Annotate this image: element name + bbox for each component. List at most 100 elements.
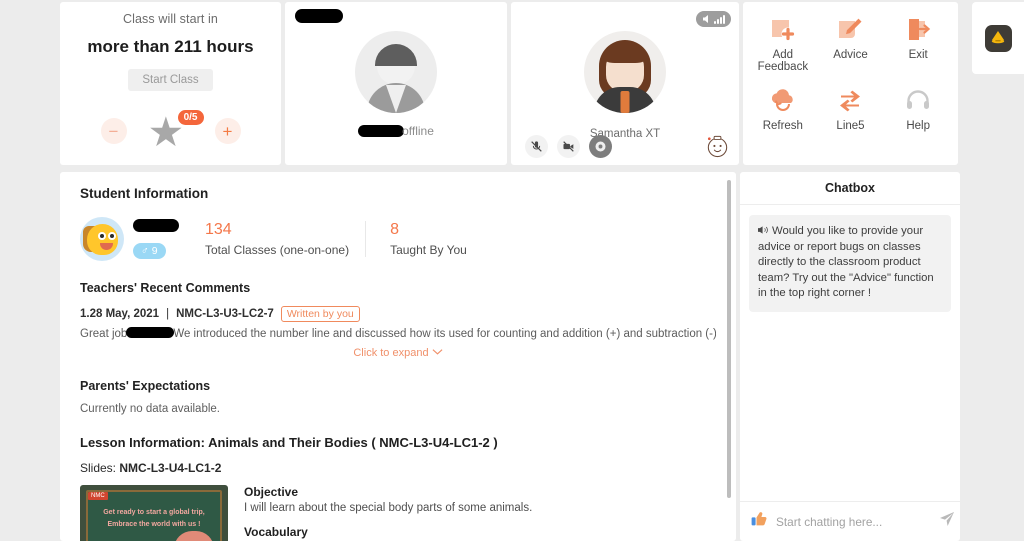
volume-indicator: [696, 11, 731, 27]
slides-label: Slides:: [80, 461, 117, 475]
chat-message-text: Would you like to provide your advice or…: [758, 225, 934, 299]
chatbox-title: Chatbox: [740, 172, 960, 205]
thumb-line-1: Get ready to start a global trip,: [103, 509, 205, 516]
stat-total-classes: 134 Total Classes (one-on-one): [189, 221, 349, 257]
teacher-avatar: [584, 31, 666, 113]
camera-muted-icon[interactable]: [557, 135, 580, 158]
add-feedback-icon: [769, 14, 797, 46]
student-identity: ♂ 9: [133, 219, 189, 259]
exit-door-icon: [904, 14, 932, 46]
chat-input[interactable]: [776, 514, 931, 529]
comment-meta-separator: |: [166, 308, 170, 320]
student-name-redacted-2: [358, 125, 405, 137]
student-name-redacted: [295, 9, 343, 23]
help-label: Help: [906, 120, 930, 132]
parents-expectations-title: Parents' Expectations: [80, 379, 211, 393]
teacher-actions-card: Add Feedback Advice Exit Refresh Line5 H…: [743, 2, 958, 165]
parents-expectations-body: Currently no data available.: [80, 403, 220, 415]
chat-message-bubble: Would you like to provide your advice or…: [749, 215, 951, 312]
advice-button[interactable]: Advice: [817, 14, 885, 73]
chatbox-panel: Chatbox Would you like to provide your a…: [740, 172, 960, 541]
mic-muted-icon[interactable]: [525, 135, 548, 158]
app-logo-icon[interactable]: [984, 24, 1012, 52]
refresh-label: Refresh: [762, 120, 803, 132]
student-status-row: offline: [285, 124, 507, 138]
chatbox-messages: Would you like to provide your advice or…: [740, 205, 960, 501]
comment-name-redacted: [126, 327, 175, 338]
main-content-panel: Student Information ♂ 9 134 Total Classe…: [60, 172, 736, 541]
line-switch-label: Line5: [836, 120, 865, 132]
comment-body-start: Great job: [80, 328, 128, 340]
star-count-badge: 0/5: [177, 110, 204, 125]
timer-label: Class will start in: [123, 12, 218, 26]
thumbs-up-icon[interactable]: [750, 510, 768, 533]
signal-bars-icon: [714, 14, 725, 24]
comment-body-rest: We introduced the number line and discus…: [173, 328, 716, 340]
objective-title: Objective: [244, 485, 299, 499]
objective-body: I will learn about the special body part…: [244, 502, 533, 514]
lesson-detail-row: NMC Get ready to start a global trip, Em…: [80, 485, 716, 541]
gender-age-badge: ♂ 9: [133, 243, 166, 259]
advice-pencil-icon: [836, 14, 864, 46]
recent-comments-section: Teachers' Recent Comments 1.28 May, 2021…: [80, 281, 716, 359]
slides-line: Slides: NMC-L3-U4-LC1-2: [80, 461, 716, 475]
announcement-speaker-icon: [758, 226, 768, 234]
taught-by-you-label: Taught By You: [390, 243, 467, 257]
increase-star-button[interactable]: +: [214, 118, 241, 144]
line-switch-button[interactable]: Line5: [817, 85, 885, 132]
line-switch-icon: [836, 85, 864, 117]
class-timer-card: Class will start in more than 211 hours …: [60, 2, 281, 165]
lesson-meta: Objective I will learn about the special…: [244, 485, 532, 541]
comment-date: 1.28 May, 2021: [80, 308, 160, 320]
slides-code: NMC-L3-U4-LC1-2: [119, 461, 222, 475]
expand-label: Click to expand: [353, 347, 429, 359]
add-feedback-button[interactable]: Add Feedback: [749, 14, 817, 73]
scrollbar-thumb[interactable]: [727, 180, 731, 498]
exit-button[interactable]: Exit: [884, 14, 952, 73]
student-avatar: [80, 217, 124, 261]
advice-label: Advice: [833, 49, 868, 61]
settings-gear-icon[interactable]: [589, 135, 612, 158]
thumb-line-2: Embrace the world with us !: [107, 521, 201, 528]
stat-taught-by-you: 8 Taught By You: [365, 221, 467, 257]
actions-grid: Add Feedback Advice Exit Refresh Line5 H…: [749, 14, 952, 132]
student-information-title: Student Information: [80, 186, 209, 201]
thumb-brand-tag: NMC: [88, 492, 108, 500]
lesson-title: Lesson Information: Animals and Their Bo…: [80, 435, 498, 450]
recent-comments-title: Teachers' Recent Comments: [80, 281, 251, 295]
written-by-you-badge: Written by you: [280, 306, 360, 322]
parents-expectations-section: Parents' Expectations Currently no data …: [80, 379, 716, 415]
exit-label: Exit: [908, 49, 928, 61]
total-classes-value: 134: [205, 221, 232, 238]
star-reward-row: − ★ 0/5 +: [60, 110, 281, 153]
student-video-card[interactable]: offline: [285, 2, 507, 165]
student-name-redacted-3: [133, 219, 179, 232]
slides-preview-thumbnail[interactable]: NMC Get ready to start a global trip, Em…: [80, 485, 228, 541]
comment-meta-row: 1.28 May, 2021 | NMC-L3-U3-LC2-7 Written…: [80, 306, 716, 322]
click-to-expand-button[interactable]: Click to expand: [80, 347, 716, 359]
total-classes-label: Total Classes (one-on-one): [205, 243, 350, 257]
taught-by-you-value: 8: [390, 221, 399, 238]
speaker-icon: [703, 15, 708, 23]
refresh-cloud-icon: [769, 85, 797, 117]
comment-lesson-code: NMC-L3-U3-LC2-7: [176, 308, 274, 320]
student-stats-row: ♂ 9 134 Total Classes (one-on-one) 8 Tau…: [80, 217, 716, 261]
star-reward-display[interactable]: ★ 0/5: [148, 110, 204, 153]
chatbox-input-row: [740, 501, 960, 541]
smiley-sticker-button[interactable]: [704, 132, 731, 159]
classroom-app: Class will start in more than 211 hours …: [0, 0, 1024, 541]
help-button[interactable]: Help: [884, 85, 952, 132]
refresh-button[interactable]: Refresh: [749, 85, 817, 132]
timer-countdown-value: more than 211 hours: [87, 37, 254, 56]
student-placeholder-avatar: [355, 31, 437, 113]
send-icon[interactable]: [939, 511, 955, 532]
lesson-information-section: Lesson Information: Animals and Their Bo…: [80, 435, 716, 541]
teacher-video-card[interactable]: Samantha XT: [511, 2, 739, 165]
add-feedback-label: Add Feedback: [757, 49, 809, 73]
vocabulary-title: Vocabulary: [244, 525, 308, 539]
decrease-star-button[interactable]: −: [100, 118, 127, 144]
teacher-video-controls: [525, 135, 612, 158]
start-class-button[interactable]: Start Class: [128, 69, 213, 91]
main-scrollbar[interactable]: [727, 180, 731, 525]
chevron-down-icon: [432, 349, 443, 355]
